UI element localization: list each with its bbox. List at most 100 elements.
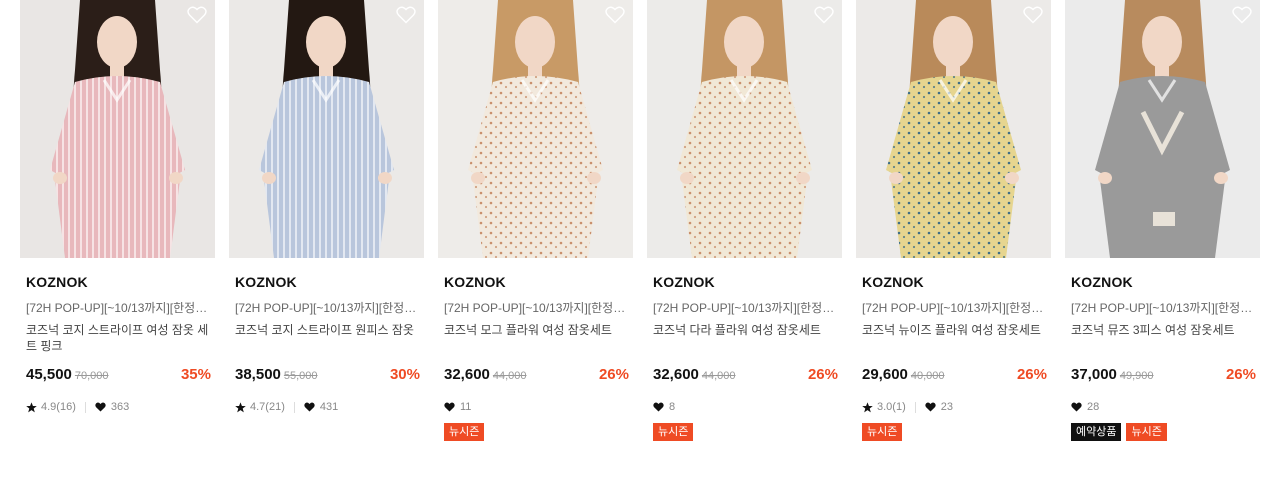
sale-price: 32,600 [653,366,699,383]
discount-rate: 26% [807,366,838,383]
like-count: 431 [319,401,339,413]
divider [914,401,916,413]
rating-text: 4.9(16) [41,401,76,413]
original-price: 40,000 [910,370,945,382]
badge-list [235,423,424,441]
new-season-badge: 뉴시즌 [444,423,485,441]
promo-text: [72H POP-UP][~10/13까지][한정특가] [1071,301,1256,315]
star-icon [26,401,37,412]
original-price: 49,900 [1119,370,1154,382]
promo-text: [72H POP-UP][~10/13까지][한정특가] [235,301,420,315]
sale-price: 29,600 [862,366,908,383]
price-row: 32,600 44,000 26% [653,366,838,386]
heart-icon [444,402,455,412]
badge-list: 뉴시즌 [862,423,1051,441]
price-row: 29,600 40,000 26% [862,366,1047,386]
divider [293,401,295,413]
product-card[interactable]: KOZNOK [72H POP-UP][~10/13까지][한정특가] 코즈넉 … [229,0,424,441]
product-name[interactable]: 코즈넉 모그 플라워 여성 잠옷세트 [444,322,629,356]
review-like-row: 11 [444,399,633,415]
review-like-row: 4.9(16) 363 [26,399,215,415]
badge-list: 뉴시즌 [444,423,633,441]
heart-icon [653,402,664,412]
like-count: 8 [669,401,676,413]
heart-icon [1071,402,1082,412]
sale-price: 45,500 [26,366,72,383]
divider [84,401,86,413]
product-name[interactable]: 코즈넉 다라 플라워 여성 잠옷세트 [653,322,838,356]
badge-list: 예약상품 뉴시즌 [1071,423,1260,441]
badge-list: 뉴시즌 [653,423,842,441]
product-card[interactable]: KOZNOK [72H POP-UP][~10/13까지][한정특가] 코즈넉 … [1065,0,1260,441]
model-figure [468,0,603,258]
product-image[interactable] [438,0,633,258]
new-season-badge: 뉴시즌 [653,423,694,441]
wishlist-heart-icon[interactable] [187,6,207,24]
star-icon [235,401,246,412]
promo-text: [72H POP-UP][~10/13까지][한정특가] [862,301,1047,315]
like-count: 11 [460,401,472,413]
original-price: 44,000 [701,370,736,382]
discount-rate: 26% [598,366,629,383]
wishlist-heart-icon[interactable] [1232,6,1252,24]
heart-icon [95,402,106,412]
rating-text: 3.0(1) [877,401,906,413]
sale-price: 37,000 [1071,366,1117,383]
review-like-row: 28 [1071,399,1260,415]
product-name[interactable]: 코즈넉 코지 스트라이프 원피스 잠옷 [235,322,420,356]
product-grid: KOZNOK [72H POP-UP][~10/13까지][한정특가] 코즈넉 … [20,0,1260,441]
wishlist-heart-icon[interactable] [605,6,625,24]
model-figure [677,0,812,258]
model-figure [50,0,185,258]
new-season-badge: 뉴시즌 [1126,423,1167,441]
brand-name[interactable]: KOZNOK [862,274,1051,292]
product-card[interactable]: KOZNOK [72H POP-UP][~10/13까지][한정특가] 코즈넉 … [20,0,215,441]
like-count: 363 [110,401,130,413]
wishlist-heart-icon[interactable] [814,6,834,24]
price-row: 38,500 55,000 30% [235,366,420,386]
like-count: 23 [940,401,953,413]
discount-rate: 30% [389,366,420,383]
wishlist-heart-icon[interactable] [396,6,416,24]
product-card[interactable]: KOZNOK [72H POP-UP][~10/13까지][한정특가] 코즈넉 … [856,0,1051,441]
promo-text: [72H POP-UP][~10/13까지][한정특가] [653,301,838,315]
rating-text: 4.7(21) [250,401,285,413]
promo-text: [72H POP-UP][~10/13까지][한정특가] [444,301,629,315]
brand-name[interactable]: KOZNOK [444,274,633,292]
original-price: 44,000 [492,370,527,382]
brand-name[interactable]: KOZNOK [26,274,215,292]
sale-price: 32,600 [444,366,490,383]
product-card[interactable]: KOZNOK [72H POP-UP][~10/13까지][한정특가] 코즈넉 … [438,0,633,441]
like-count: 28 [1087,401,1100,413]
product-name[interactable]: 코즈넉 뉴이즈 플라워 여성 잠옷세트 [862,322,1047,356]
promo-text: [72H POP-UP][~10/13까지][한정특가] [26,301,211,315]
sale-price: 38,500 [235,366,281,383]
star-icon [862,401,873,412]
review-like-row: 3.0(1) 23 [862,399,1051,415]
brand-name[interactable]: KOZNOK [235,274,424,292]
wishlist-heart-icon[interactable] [1023,6,1043,24]
original-price: 70,000 [74,370,109,382]
product-card[interactable]: KOZNOK [72H POP-UP][~10/13까지][한정특가] 코즈넉 … [647,0,842,441]
model-figure [886,0,1021,258]
product-image[interactable] [20,0,215,258]
product-image[interactable] [647,0,842,258]
preorder-badge: 예약상품 [1071,423,1122,441]
price-row: 32,600 44,000 26% [444,366,629,386]
model-figure [259,0,394,258]
product-name[interactable]: 코즈넉 뮤즈 3피스 여성 잠옷세트 [1071,322,1256,356]
product-image[interactable] [856,0,1051,258]
discount-rate: 26% [1225,366,1256,383]
model-figure [1095,0,1230,258]
new-season-badge: 뉴시즌 [862,423,903,441]
price-row: 37,000 49,900 26% [1071,366,1256,386]
heart-icon [304,402,315,412]
product-image[interactable] [229,0,424,258]
brand-name[interactable]: KOZNOK [653,274,842,292]
review-like-row: 4.7(21) 431 [235,399,424,415]
product-image[interactable] [1065,0,1260,258]
brand-name[interactable]: KOZNOK [1071,274,1260,292]
product-name[interactable]: 코즈넉 코지 스트라이프 여성 잠옷 세트 핑크 [26,322,211,356]
badge-list [26,423,215,441]
price-row: 45,500 70,000 35% [26,366,211,386]
